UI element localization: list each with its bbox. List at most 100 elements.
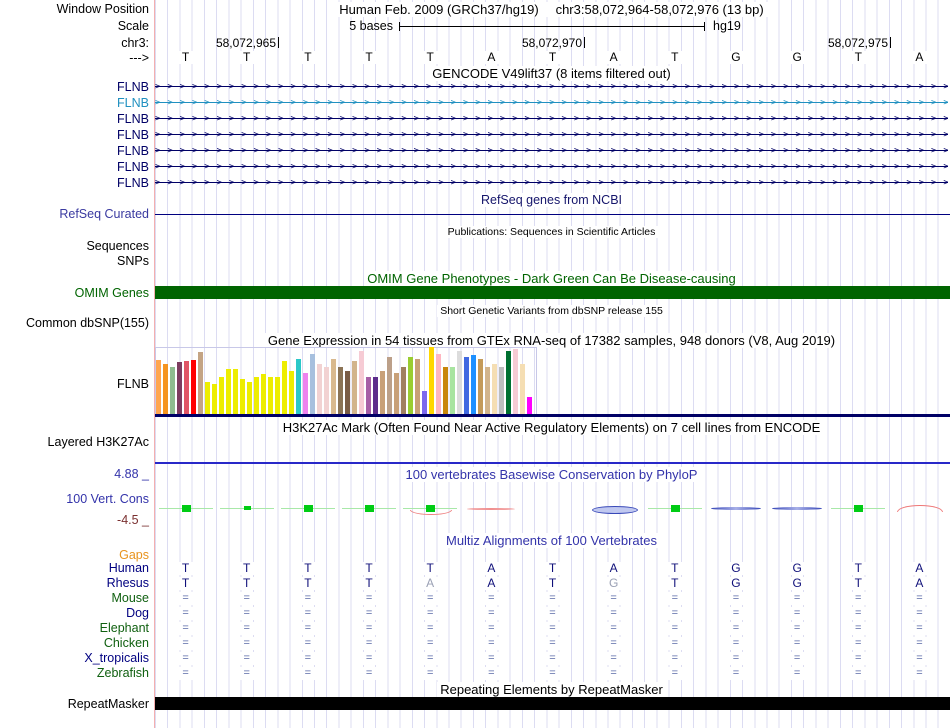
gtex-tissue-bar[interactable] [191,360,196,414]
alignment-base: = [178,667,194,680]
alignment-base: T [545,577,561,590]
gtex-tissue-bar[interactable] [499,367,504,414]
reference-base: T [849,51,867,64]
gtex-tissue-bar[interactable] [212,384,217,414]
coord-tick-label: 58,072,965 [156,37,276,49]
gtex-tissue-bar[interactable] [520,364,525,414]
reference-base: A [605,51,623,64]
phylop-mark [467,508,515,510]
alignment-base: = [667,592,683,605]
gtex-tissue-bar[interactable] [492,364,497,414]
gtex-tissue-bar[interactable] [443,367,448,414]
alignment-base: = [361,652,377,665]
alignment-base: = [728,592,744,605]
gtex-tissue-bar[interactable] [380,371,385,414]
gtex-tissue-bar[interactable] [338,367,343,414]
gtex-tissue-bar[interactable] [331,359,336,414]
gtex-tissue-bar[interactable] [247,382,252,414]
gtex-tissue-bar[interactable] [268,377,273,414]
h3k27ac-signal-line[interactable] [155,462,950,464]
gtex-tissue-bar[interactable] [324,367,329,414]
coord-tick [584,37,585,48]
scale-bar [399,26,705,27]
gtex-tissue-bar[interactable] [478,359,483,414]
gene-transcript-row[interactable]: >>>>>>>>>>>>>>>>>>>>>>>>>>>>>>>>>>>>>>>>… [155,176,948,190]
gtex-tissue-bar[interactable] [296,359,301,414]
gtex-tissue-bar[interactable] [198,352,203,414]
repeatmasker-track-title: Repeating Elements by RepeatMasker [155,683,948,696]
alignment-base: = [911,652,927,665]
alignment-base: = [728,652,744,665]
gtex-tissue-bar[interactable] [254,377,259,414]
gtex-tissue-bar[interactable] [457,351,462,414]
gtex-tissue-bar[interactable] [345,371,350,414]
gtex-tissue-bar[interactable] [233,369,238,414]
gtex-tissue-bar[interactable] [527,397,532,414]
gtex-tissue-bar[interactable] [261,374,266,414]
alignment-base: = [178,607,194,620]
alignment-base: = [361,592,377,605]
gtex-tissue-bar[interactable] [394,373,399,414]
gtex-tissue-bar[interactable] [310,354,315,414]
gtex-tissue-bar[interactable] [464,357,469,414]
gtex-tissue-bar[interactable] [401,367,406,414]
alignment-base: = [483,637,499,650]
gtex-tissue-bar[interactable] [436,354,441,414]
gtex-tissue-bar[interactable] [429,347,434,414]
gtex-tissue-bar[interactable] [219,377,224,414]
window-position-value: Human Feb. 2009 (GRCh37/hg19) chr3:58,07… [155,3,948,16]
gtex-tissue-bar[interactable] [205,382,210,414]
gtex-tissue-bar[interactable] [415,359,420,414]
alignment-base: = [300,622,316,635]
gtex-tissue-bar[interactable] [163,364,168,414]
alignment-base: = [606,637,622,650]
gene-transcript-row[interactable]: >>>>>>>>>>>>>>>>>>>>>>>>>>>>>>>>>>>>>>>>… [155,112,948,126]
gene-transcript-row[interactable]: >>>>>>>>>>>>>>>>>>>>>>>>>>>>>>>>>>>>>>>>… [155,96,948,110]
gtex-tissue-bar[interactable] [303,373,308,414]
gtex-tissue-bar[interactable] [471,355,476,414]
phylop-mark [244,506,251,510]
alignment-base: = [850,592,866,605]
gtex-tissue-bar[interactable] [240,379,245,414]
repeatmasker-bar[interactable] [155,697,950,710]
gtex-tissue-bar[interactable] [177,362,182,414]
publications-track-title: Publications: Sequences in Scientific Ar… [155,226,948,239]
omim-gene-bar[interactable] [155,286,950,299]
gtex-tissue-bar[interactable] [366,377,371,414]
gtex-tissue-bar[interactable] [387,357,392,414]
alignment-base: = [911,667,927,680]
gtex-tissue-bar[interactable] [184,361,189,414]
gtex-tissue-bar[interactable] [226,369,231,414]
gene-transcript-row[interactable]: >>>>>>>>>>>>>>>>>>>>>>>>>>>>>>>>>>>>>>>>… [155,144,948,158]
gtex-tissue-bar[interactable] [275,377,280,414]
alignment-base: T [850,562,866,575]
gtex-tissue-bar[interactable] [282,361,287,414]
gene-label: FLNB [0,128,149,142]
gtex-tissue-bar[interactable] [513,349,518,414]
alignment-base: = [422,667,438,680]
gtex-tissue-bar[interactable] [352,361,357,414]
gtex-tissue-bar[interactable] [289,371,294,414]
phylop-signal-track[interactable] [155,501,950,519]
gene-transcript-row[interactable]: >>>>>>>>>>>>>>>>>>>>>>>>>>>>>>>>>>>>>>>>… [155,80,948,94]
gtex-tissue-bar[interactable] [506,351,511,414]
gencode-track-title: GENCODE V49lift37 (8 items filtered out) [155,67,948,80]
refseq-curated-line[interactable] [155,214,950,215]
gtex-tissue-bar[interactable] [422,391,427,414]
gtex-bar-chart[interactable] [156,347,536,414]
phylop-mark [772,507,822,510]
gtex-tissue-bar[interactable] [317,364,322,414]
gtex-tissue-bar[interactable] [485,367,490,414]
gtex-tissue-bar[interactable] [373,377,378,414]
gene-transcript-row[interactable]: >>>>>>>>>>>>>>>>>>>>>>>>>>>>>>>>>>>>>>>>… [155,128,948,142]
gene-transcript-row[interactable]: >>>>>>>>>>>>>>>>>>>>>>>>>>>>>>>>>>>>>>>>… [155,160,948,174]
gtex-tissue-bar[interactable] [450,367,455,414]
gtex-tissue-bar[interactable] [408,357,413,414]
alignment-base: = [728,667,744,680]
gtex-tissue-bar[interactable] [156,360,161,414]
gtex-tissue-bar[interactable] [170,367,175,414]
gtex-tissue-bar[interactable] [359,351,364,414]
window-position-label: Window Position [0,3,149,16]
alignment-base: = [178,592,194,605]
alignment-base: = [422,607,438,620]
